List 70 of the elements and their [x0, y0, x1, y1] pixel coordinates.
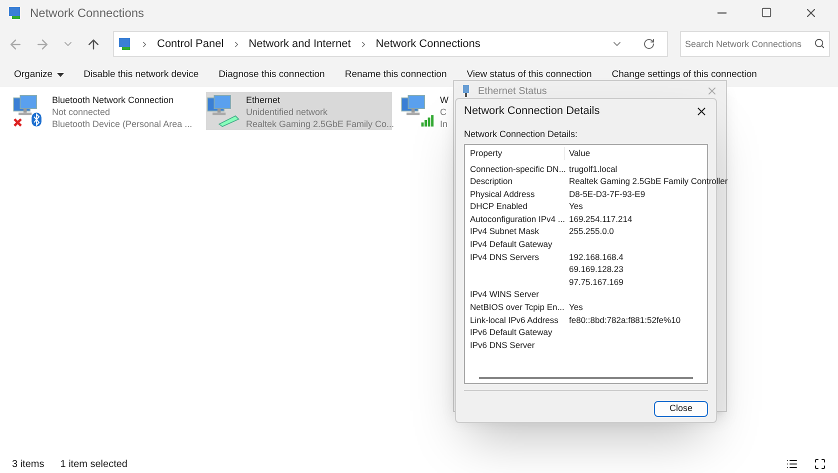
horizontal-scrollbar[interactable] — [479, 376, 693, 378]
toolbar-command[interactable]: View status of this connection — [466, 68, 592, 82]
caret-icon — [56, 73, 64, 77]
value-cell: D8-5E-D3-7F-93-E9 — [569, 188, 646, 199]
value-cell: Realtek Gaming 2.5GbE Family Controller — [569, 176, 728, 186]
value-cell: 192.168.168.4 — [569, 252, 624, 262]
property-cell: Link-local IPv6 Address — [470, 314, 558, 325]
connection-status: Not connected — [52, 106, 112, 118]
property-cell: IPv4 WINS Server — [470, 289, 539, 300]
device-name: Realtek Gaming 2.5GbE Family Co... — [246, 118, 394, 130]
toolbar-command[interactable]: Disable this network device — [84, 68, 199, 82]
connection-item[interactable]: Ethernet Unidentified network Realtek Gaming 2.5GbE Family Co... — [206, 92, 392, 130]
network-folder-icon — [8, 6, 22, 20]
toolbar-command[interactable]: Diagnose this connection — [218, 68, 325, 82]
property-cell: IPv4 Default Gateway — [470, 239, 552, 250]
property-cell: IPv6 Default Gateway — [470, 327, 552, 338]
selection-count: 1 item selected — [60, 458, 128, 472]
network-computer-icon — [206, 94, 242, 128]
property-cell: NetBIOS over Tcpip En... — [470, 302, 564, 312]
breadcrumb[interactable]: Control Panel — [157, 36, 224, 52]
property-cell: Connection-specific DN... — [470, 164, 566, 174]
value-cell: Yes — [569, 302, 583, 312]
device-name: Bluetooth Device (Personal Area ... — [52, 118, 192, 130]
close-button[interactable]: Close — [654, 400, 708, 416]
connection-status: C — [440, 106, 448, 118]
organize-menu[interactable]: Organize — [14, 68, 64, 82]
address-bar[interactable]: Control Panel Network and Internet Network Connections — [113, 31, 668, 57]
connection-item[interactable]: W C In — [400, 92, 452, 130]
list-label: Network Connection Details: — [464, 128, 579, 141]
toolbar-command[interactable]: Rename this connection — [344, 68, 447, 82]
ethernet-plug-icon — [462, 85, 470, 97]
property-cell: Description — [470, 176, 513, 186]
value-cell: Yes — [569, 201, 583, 212]
column-header[interactable]: Value — [565, 147, 590, 160]
property-cell: DHCP Enabled — [470, 201, 528, 212]
close-icon[interactable] — [695, 104, 708, 118]
connection-item[interactable]: Bluetooth Network Connection Not connected Bluetooth Device (Personal Area ... — [12, 92, 198, 130]
value-cell: fe80::8bd:782a:f881:52fe%10 — [569, 314, 681, 325]
property-cell: IPv4 Subnet Mask — [470, 226, 539, 236]
search-field[interactable]: Search Network Connections — [680, 31, 830, 57]
connection-name: W — [440, 94, 448, 106]
connection-name: Ethernet — [246, 94, 282, 106]
breadcrumb[interactable]: Network Connections — [376, 36, 480, 52]
connection-status: Unidentified network — [246, 106, 329, 118]
breadcrumb[interactable]: Network and Internet — [248, 36, 351, 52]
item-count: 3 items — [12, 458, 44, 472]
search-icon[interactable] — [814, 38, 825, 49]
refresh-icon[interactable] — [643, 38, 655, 50]
tiles-view-icon[interactable] — [814, 458, 826, 470]
connection-name: Bluetooth Network Connection — [52, 94, 175, 106]
property-cell: IPv4 DNS Servers — [470, 252, 539, 262]
device-name: In — [440, 118, 448, 130]
value-cell: 69.169.128.23 — [569, 264, 624, 274]
property-cell: Autoconfiguration IPv4 ... — [470, 214, 565, 224]
value-cell: 169.254.117.214 — [569, 214, 632, 224]
toolbar-command[interactable]: Change settings of this connection — [612, 68, 757, 82]
network-computer-icon — [400, 94, 436, 128]
up-icon[interactable] — [86, 36, 101, 52]
property-cell: IPv6 DNS Server — [470, 340, 535, 350]
property-cell: Physical Address — [470, 188, 535, 199]
maximize-icon[interactable] — [761, 7, 772, 18]
value-cell: 97.75.167.169 — [569, 276, 624, 287]
dialog-title: Network Connection Details — [464, 104, 600, 119]
value-cell: trugolf1.local — [569, 164, 618, 174]
column-header[interactable]: Property — [465, 147, 565, 160]
chevron-icon — [140, 40, 149, 48]
control-panel-icon — [118, 37, 132, 51]
window-title: Network Connections — [30, 4, 144, 22]
dialog-title: Ethernet Status — [478, 84, 547, 98]
value-cell: 255.255.0.0 — [569, 226, 614, 236]
